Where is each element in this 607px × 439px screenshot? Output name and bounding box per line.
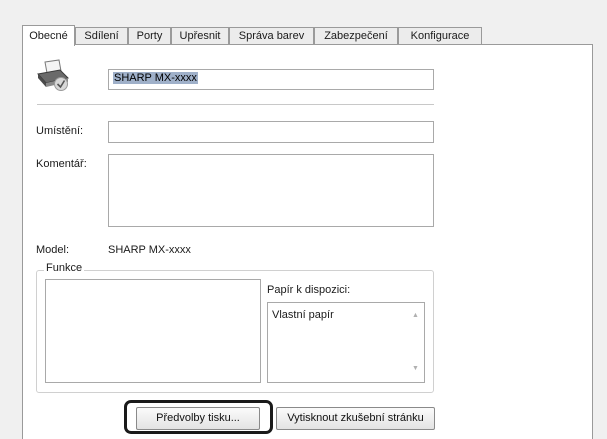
location-label: Umístění:: [36, 125, 84, 137]
printer-name-value: SHARP MX-xxxx: [113, 72, 198, 84]
features-list[interactable]: [45, 279, 261, 383]
comment-field[interactable]: [108, 154, 434, 227]
print-test-page-button[interactable]: Vytisknout zkušební stránku: [276, 407, 435, 430]
tab-advanced[interactable]: Upřesnit: [171, 27, 229, 44]
tab-ports[interactable]: Porty: [128, 27, 171, 44]
features-group-title: Funkce: [44, 262, 85, 274]
location-field[interactable]: [108, 121, 434, 143]
paper-list-scrollbar[interactable]: ▲ ▼: [408, 303, 424, 382]
model-label: Model:: [36, 244, 70, 256]
tab-sharing[interactable]: Sdílení: [75, 27, 128, 44]
printer-icon: [37, 59, 69, 91]
paper-list[interactable]: Vlastní papír ▲ ▼: [267, 302, 425, 383]
tab-configuration[interactable]: Konfigurace: [398, 27, 482, 44]
scroll-down-icon[interactable]: ▼: [412, 365, 419, 372]
tab-general[interactable]: Obecné: [22, 25, 75, 46]
paper-available-label: Papír k dispozici:: [267, 284, 351, 296]
tab-color-management[interactable]: Správa barev: [229, 27, 314, 44]
printer-name-field[interactable]: SHARP MX-xxxx: [108, 69, 434, 90]
tab-security[interactable]: Zabezpečení: [314, 27, 398, 44]
separator: [37, 104, 434, 105]
scroll-up-icon[interactable]: ▲: [412, 312, 419, 319]
comment-label: Komentář:: [36, 158, 87, 170]
highlight-frame: [124, 400, 273, 434]
paper-list-item[interactable]: Vlastní papír: [272, 309, 334, 321]
model-value: SHARP MX-xxxx: [108, 244, 191, 256]
printer-properties-dialog: Obecné Sdílení Porty Upřesnit Správa bar…: [0, 0, 607, 439]
